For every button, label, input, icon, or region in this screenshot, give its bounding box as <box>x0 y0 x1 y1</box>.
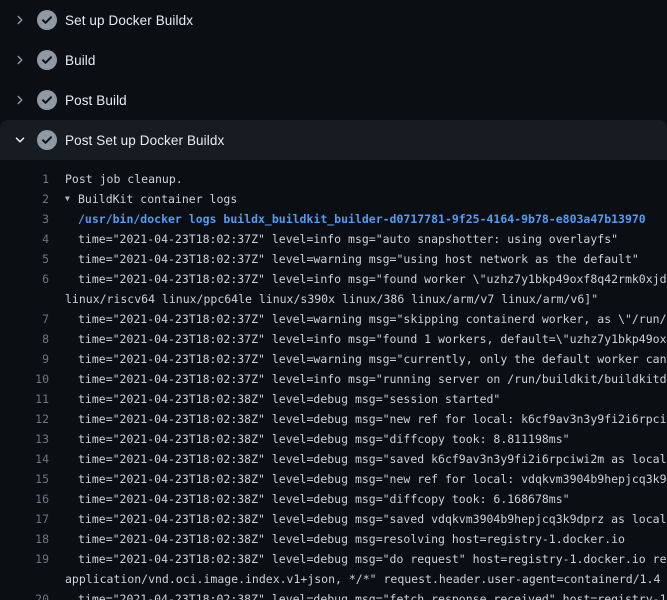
log-line: ▼ application/vnd.oci.image.index.v1+jso… <box>0 569 667 589</box>
log-line-number <box>0 289 49 309</box>
step-header[interactable]: Build <box>0 40 667 80</box>
log-line-text: linux/riscv64 linux/ppc64le linux/s390x … <box>65 289 598 309</box>
log-line: ▼ linux/riscv64 linux/ppc64le linux/s390… <box>0 289 667 309</box>
chevron-right-icon[interactable] <box>12 92 28 108</box>
log-line: 4 ▼ time="2021-04-23T18:02:37Z" level=in… <box>0 229 667 249</box>
log-line-text: time="2021-04-23T18:02:37Z" level=info m… <box>78 369 667 389</box>
step-title: Set up Docker Buildx <box>65 13 193 28</box>
log-line-number[interactable]: 16 <box>0 489 49 509</box>
log-line: 14 ▼ time="2021-04-23T18:02:38Z" level=d… <box>0 449 667 469</box>
log-line-text: /usr/bin/docker logs buildx_buildkit_bui… <box>78 209 646 229</box>
step-title: Build <box>65 53 96 68</box>
log-line-number[interactable]: 12 <box>0 409 49 429</box>
log-line-number[interactable]: 5 <box>0 249 49 269</box>
log-line-number[interactable]: 18 <box>0 529 49 549</box>
log-line-text: time="2021-04-23T18:02:37Z" level=info m… <box>78 229 618 249</box>
log-line-number[interactable]: 10 <box>0 369 49 389</box>
log-line: 1 ▼ Post job cleanup. <box>0 169 667 189</box>
log-line-number[interactable]: 6 <box>0 269 49 289</box>
log-line: 10 ▼ time="2021-04-23T18:02:37Z" level=i… <box>0 369 667 389</box>
log-line: 7 ▼ time="2021-04-23T18:02:37Z" level=wa… <box>0 309 667 329</box>
step-title: Post Build <box>65 93 127 108</box>
log-line: 18 ▼ time="2021-04-23T18:02:38Z" level=d… <box>0 529 667 549</box>
log-line-text: application/vnd.oci.image.index.v1+json,… <box>65 569 660 589</box>
log-line: 20 ▼ time="2021-04-23T18:02:38Z" level=d… <box>0 589 667 600</box>
log-line: 3 ▼ /usr/bin/docker logs buildx_buildkit… <box>0 209 667 229</box>
log-line-number <box>0 569 49 589</box>
log-line-text: time="2021-04-23T18:02:38Z" level=debug … <box>78 509 667 529</box>
chevron-right-icon[interactable] <box>12 52 28 68</box>
check-circle-icon <box>37 10 57 30</box>
log-line-number[interactable]: 20 <box>0 589 49 600</box>
step-header[interactable]: Post Build <box>0 80 667 120</box>
log-line-text: time="2021-04-23T18:02:38Z" level=debug … <box>78 429 570 449</box>
log-line-text: time="2021-04-23T18:02:38Z" level=debug … <box>78 589 667 600</box>
log-line-number[interactable]: 1 <box>0 169 49 189</box>
log-line-number[interactable]: 13 <box>0 429 49 449</box>
log-line: 9 ▼ time="2021-04-23T18:02:37Z" level=wa… <box>0 349 667 369</box>
log-line-text: time="2021-04-23T18:02:38Z" level=debug … <box>78 549 667 569</box>
log-line: 15 ▼ time="2021-04-23T18:02:38Z" level=d… <box>0 469 667 489</box>
log-line: 19 ▼ time="2021-04-23T18:02:38Z" level=d… <box>0 549 667 569</box>
log-line-text: time="2021-04-23T18:02:37Z" level=warnin… <box>78 249 639 269</box>
step-title: Post Set up Docker Buildx <box>65 133 224 148</box>
log-line-number[interactable]: 3 <box>0 209 49 229</box>
check-circle-icon <box>37 90 57 110</box>
check-circle-icon <box>37 50 57 70</box>
log-line-text: time="2021-04-23T18:02:37Z" level=info m… <box>78 329 667 349</box>
actions-log-viewer: Set up Docker Buildx Build P <box>0 0 667 600</box>
check-circle-icon <box>37 130 57 150</box>
log-line-number[interactable]: 2 <box>0 189 49 209</box>
log-line-number[interactable]: 15 <box>0 469 49 489</box>
log-line: 16 ▼ time="2021-04-23T18:02:38Z" level=d… <box>0 489 667 509</box>
log-line-text: time="2021-04-23T18:02:38Z" level=debug … <box>78 489 570 509</box>
chevron-down-icon[interactable] <box>12 132 28 148</box>
log-line: 5 ▼ time="2021-04-23T18:02:37Z" level=wa… <box>0 249 667 269</box>
log-line[interactable]: 2 ▼ BuildKit container logs <box>0 189 667 209</box>
log-line: 11 ▼ time="2021-04-23T18:02:38Z" level=d… <box>0 389 667 409</box>
log-line-text: time="2021-04-23T18:02:37Z" level=info m… <box>78 269 667 289</box>
log-line-number[interactable]: 7 <box>0 309 49 329</box>
log-line-text: time="2021-04-23T18:02:38Z" level=debug … <box>78 409 667 429</box>
log-line: 6 ▼ time="2021-04-23T18:02:37Z" level=in… <box>0 269 667 289</box>
log-line-number[interactable]: 17 <box>0 509 49 529</box>
log-line-text: Post job cleanup. <box>65 169 183 189</box>
step-header[interactable]: Post Set up Docker Buildx <box>0 120 667 160</box>
step-header[interactable]: Set up Docker Buildx <box>0 0 667 40</box>
log-line-number[interactable]: 4 <box>0 229 49 249</box>
log-line-text: time="2021-04-23T18:02:38Z" level=debug … <box>78 389 500 409</box>
log-line-number[interactable]: 14 <box>0 449 49 469</box>
log-line: 12 ▼ time="2021-04-23T18:02:38Z" level=d… <box>0 409 667 429</box>
log-line-text: BuildKit container logs <box>78 189 237 209</box>
log-line: 13 ▼ time="2021-04-23T18:02:38Z" level=d… <box>0 429 667 449</box>
log-area: 1 ▼ Post job cleanup. 2 ▼ BuildKit conta… <box>0 160 667 600</box>
steps-list: Set up Docker Buildx Build P <box>0 0 667 160</box>
log-line-text: time="2021-04-23T18:02:37Z" level=warnin… <box>78 349 667 369</box>
log-line: 17 ▼ time="2021-04-23T18:02:38Z" level=d… <box>0 509 667 529</box>
log-line-number[interactable]: 8 <box>0 329 49 349</box>
log-line-text: time="2021-04-23T18:02:38Z" level=debug … <box>78 529 625 549</box>
log-line: 8 ▼ time="2021-04-23T18:02:37Z" level=in… <box>0 329 667 349</box>
log-line-text: time="2021-04-23T18:02:38Z" level=debug … <box>78 469 667 489</box>
log-line-text: time="2021-04-23T18:02:37Z" level=warnin… <box>78 309 667 329</box>
log-line-number[interactable]: 19 <box>0 549 49 569</box>
chevron-right-icon[interactable] <box>12 12 28 28</box>
log-line-number[interactable]: 11 <box>0 389 49 409</box>
log-line-number[interactable]: 9 <box>0 349 49 369</box>
triangle-down-icon[interactable]: ▼ <box>65 189 78 209</box>
log-line-text: time="2021-04-23T18:02:38Z" level=debug … <box>78 449 667 469</box>
